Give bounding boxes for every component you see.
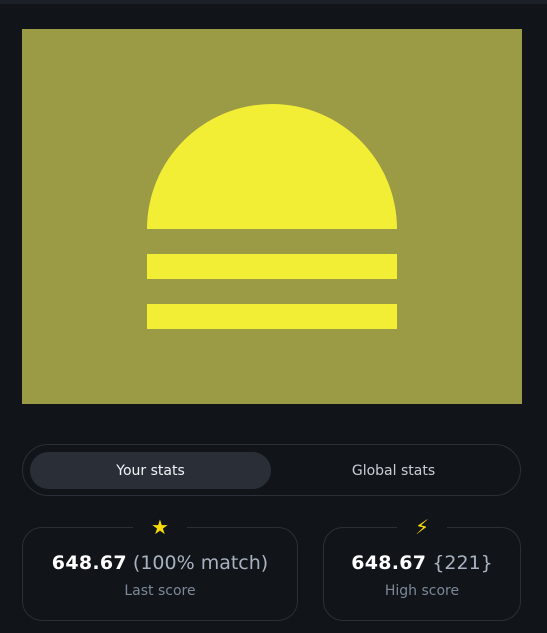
art-bar-2 xyxy=(147,304,397,329)
high-score-label: High score xyxy=(384,583,460,599)
high-score-value: 648.67 xyxy=(351,552,427,574)
last-score-label: Last score xyxy=(124,583,196,599)
last-score-value: 648.67 xyxy=(51,552,127,574)
stats-toggle: Your stats Global stats xyxy=(22,444,521,496)
high-score-card: ⚡ 648.67 {221} High score xyxy=(323,514,521,621)
top-bar xyxy=(0,0,547,4)
puzzle-image xyxy=(22,29,522,404)
art-bar-1 xyxy=(147,254,397,279)
last-score-card: ★ 648.67 (100% match) Last score xyxy=(22,514,298,621)
tab-global-stats[interactable]: Global stats xyxy=(273,452,514,489)
tab-your-stats[interactable]: Your stats xyxy=(30,452,271,489)
star-icon: ★ xyxy=(133,514,187,540)
match-percent: (100% match) xyxy=(132,552,269,574)
high-score-count: {221} xyxy=(432,552,493,574)
lightning-icon: ⚡ xyxy=(396,514,448,540)
